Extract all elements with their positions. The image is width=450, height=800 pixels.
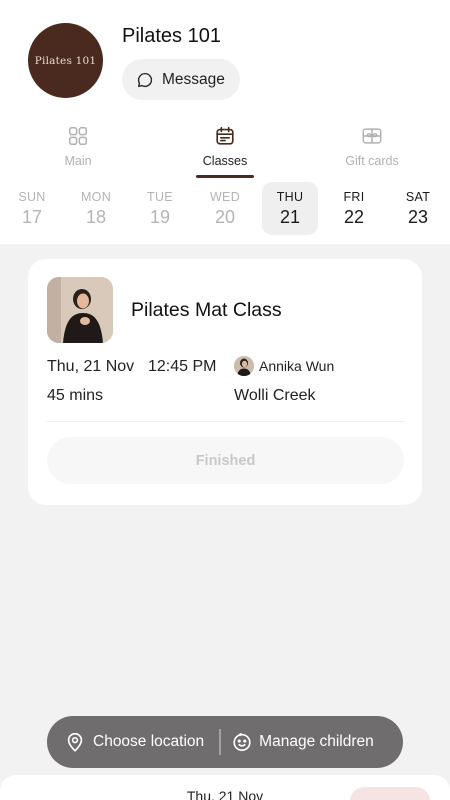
studio-logo: Pilates 101	[28, 23, 103, 98]
bottom-sheet[interactable]: Thu, 21 Nov	[0, 775, 450, 800]
day-date: 23	[407, 206, 429, 227]
day-name: FRI	[343, 189, 365, 204]
day-date: 17	[21, 206, 43, 227]
day-date: 22	[343, 206, 365, 227]
gift-card-icon	[362, 128, 382, 144]
week-day-selector: SUN 17 MON 18 TUE 19 WED 20 THU 21 FRI 2…	[0, 182, 450, 238]
day-name: SAT	[405, 189, 431, 204]
class-card[interactable]: Pilates Mat Class Thu, 21 Nov 12:45 PM A…	[28, 259, 422, 505]
tab-classes-label: Classes	[202, 154, 248, 168]
card-divider	[47, 421, 404, 422]
tab-main[interactable]: Main	[38, 122, 118, 178]
day-name: THU	[276, 189, 304, 204]
day-wed[interactable]: WED 20	[197, 182, 253, 235]
tab-main-label: Main	[64, 154, 92, 168]
class-location: Wolli Creek	[234, 387, 316, 404]
day-date: 21	[279, 206, 301, 227]
active-tab-indicator	[196, 175, 254, 178]
instructor-name: Annika Wun	[259, 358, 335, 374]
class-date: Thu, 21 Nov	[47, 358, 135, 375]
grid-icon	[69, 127, 87, 145]
class-duration: 45 mins	[47, 387, 104, 404]
message-button[interactable]: Message	[122, 59, 240, 100]
choose-location-label: Choose location	[93, 733, 205, 750]
day-tue[interactable]: TUE 19	[132, 182, 188, 235]
day-name: WED	[209, 189, 241, 204]
bottom-sheet-action[interactable]	[350, 787, 430, 800]
day-date: 20	[214, 206, 236, 227]
message-label: Message	[162, 70, 225, 88]
class-time: 12:45 PM	[148, 358, 217, 375]
day-date: 18	[85, 206, 107, 227]
day-name: MON	[80, 189, 112, 204]
manage-children-label: Manage children	[259, 733, 374, 750]
class-image	[47, 277, 113, 343]
studio-logo-text: Pilates 101	[34, 54, 97, 67]
day-mon[interactable]: MON 18	[68, 182, 124, 235]
child-face-icon	[233, 733, 251, 752]
day-name: SUN	[18, 189, 46, 204]
chat-bubble-icon	[137, 72, 153, 87]
day-fri[interactable]: FRI 22	[326, 182, 382, 235]
studio-name: Pilates 101	[122, 25, 221, 47]
floating-action-bar: Choose location Manage children	[47, 716, 403, 768]
day-thu[interactable]: THU 21	[262, 182, 318, 235]
day-name: TUE	[147, 189, 173, 204]
instructor[interactable]: Annika Wun	[234, 356, 334, 376]
day-date: 19	[149, 206, 171, 227]
tab-gift-cards-label: Gift cards	[345, 154, 399, 168]
location-pin-icon	[67, 732, 83, 752]
studio-header: Pilates 101 Pilates 101 Message Main Cla…	[0, 0, 450, 244]
tab-gift-cards[interactable]: Gift cards	[332, 122, 412, 178]
choose-location-button[interactable]: Choose location	[64, 731, 204, 753]
tab-bar: Main Classes Gift cards	[0, 122, 450, 178]
day-sat[interactable]: SAT 23	[390, 182, 446, 235]
tab-classes[interactable]: Classes	[185, 122, 265, 178]
day-sun[interactable]: SUN 17	[4, 182, 60, 235]
finished-status-button: Finished	[47, 437, 404, 484]
class-title: Pilates Mat Class	[131, 299, 282, 321]
bar-separator	[219, 729, 222, 755]
calendar-icon	[216, 126, 234, 145]
instructor-avatar	[234, 356, 254, 376]
manage-children-button[interactable]: Manage children	[231, 731, 374, 753]
